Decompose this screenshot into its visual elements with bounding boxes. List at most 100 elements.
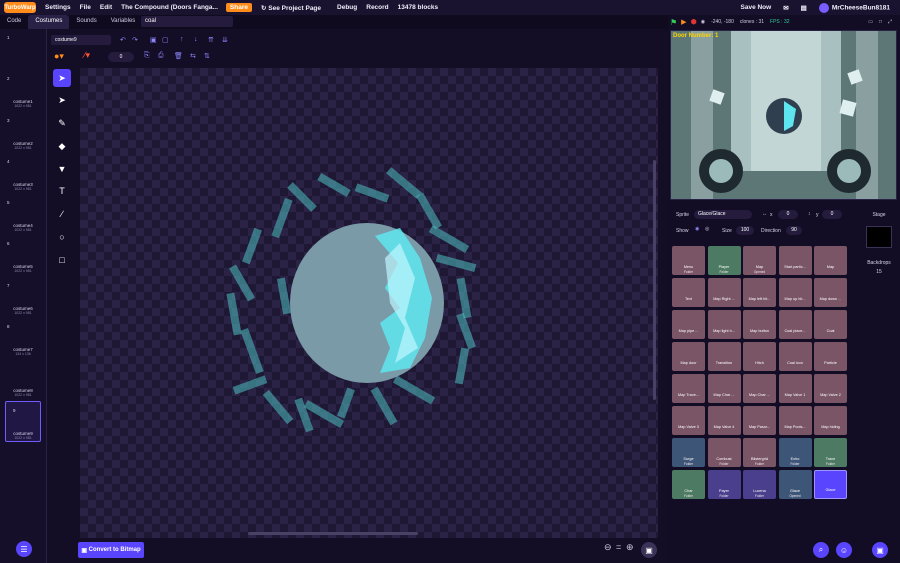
paste-icon[interactable]: ⎙	[158, 52, 164, 60]
line-tool-icon[interactable]: ∕	[53, 205, 71, 223]
y-input[interactable]: 0	[822, 210, 842, 219]
horizontal-scrollbar[interactable]	[248, 532, 418, 535]
costume-item[interactable]: 5 costume4 1022 x 981	[0, 194, 46, 235]
sprite-tile[interactable]: Map Valve 4	[707, 406, 741, 435]
costume-item[interactable]: 8 costume7 134 x 136	[0, 318, 46, 359]
sprite-tile[interactable]: Map hiding	[814, 406, 847, 435]
backward-icon[interactable]: ↓	[194, 36, 198, 43]
forward-icon[interactable]: ↑	[180, 36, 184, 43]
settings-menu[interactable]: Settings	[45, 4, 71, 11]
sprite-tile[interactable]: Map Valve 3	[672, 406, 705, 435]
outline-color-picker[interactable]: ∕▾	[84, 50, 90, 61]
circle-tool-icon[interactable]: ○	[53, 228, 71, 246]
folder-icon[interactable]: ▤	[801, 4, 807, 12]
sprite-tile[interactable]: Payer Folder	[707, 470, 741, 499]
zoom-in-icon[interactable]: ⊕	[626, 542, 634, 553]
add-backdrop-button[interactable]: ▣	[872, 542, 888, 558]
share-button[interactable]: Share	[225, 3, 252, 12]
costume-item[interactable]: 3 costume2 1022 x 981	[0, 112, 46, 153]
brush-tool-icon[interactable]: ✎	[53, 114, 71, 132]
rectangle-tool-icon[interactable]: □	[53, 251, 71, 269]
costume-item[interactable]: 9 costume9 1022 x 981	[5, 400, 41, 442]
costume-item[interactable]: 1	[0, 29, 46, 70]
front-icon[interactable]: ⇈	[208, 36, 214, 44]
fullscreen-icon[interactable]: ▣	[641, 542, 657, 558]
size-input[interactable]: 100	[736, 226, 754, 235]
sprite-tile[interactable]: Map down ...	[814, 278, 847, 307]
edit-menu[interactable]: Edit	[100, 4, 112, 11]
sprite-tile[interactable]: Hitch	[743, 342, 776, 371]
outline-width-input[interactable]: 0	[108, 52, 134, 62]
costume-item[interactable]: 6 costume5 1022 x 981	[0, 235, 46, 276]
costume-item[interactable]: 4 costume3 1022 x 981	[0, 153, 46, 194]
sprite-tile[interactable]: Map Char ...	[743, 374, 776, 403]
project-title[interactable]: The Compound (Doors Fanga...	[121, 4, 218, 11]
sprite-tile[interactable]: Surge Folder	[672, 438, 705, 467]
fill-tool-icon[interactable]: ▼	[53, 160, 71, 178]
sprite-tile[interactable]: Char Folder	[672, 470, 705, 499]
backdrop-thumbnail[interactable]	[866, 226, 892, 248]
sprite-tile[interactable]: Lucena Folder	[743, 470, 776, 499]
sprite-tile[interactable]: Map up hit...	[778, 278, 812, 307]
direction-input[interactable]: 90	[786, 226, 802, 235]
sprite-tile[interactable]: Map pipe ...	[672, 310, 705, 339]
sprite-tile[interactable]: Map	[814, 246, 847, 275]
large-stage-icon[interactable]: □	[879, 19, 882, 25]
pause-icon[interactable]: ▶	[681, 18, 686, 26]
flip-horizontal-icon[interactable]: ⇆	[190, 52, 196, 60]
see-project-page-link[interactable]: ↻ See Project Page	[261, 4, 321, 12]
sprite-tile[interactable]: Player Folder	[707, 246, 741, 275]
select-tool-icon[interactable]: ➤	[53, 69, 71, 87]
sprite-tile[interactable]: Map Valve 1	[778, 374, 812, 403]
undo-icon[interactable]: ↶	[120, 36, 126, 44]
paint-canvas[interactable]	[80, 68, 658, 538]
vertical-scrollbar[interactable]	[653, 160, 656, 400]
stop-icon[interactable]: ⬢	[691, 18, 697, 26]
add-sprite-button[interactable]: ☺	[836, 542, 852, 558]
copy-icon[interactable]: ⎘	[144, 52, 150, 60]
zoom-out-icon[interactable]: ⊖	[604, 542, 612, 553]
ungroup-icon[interactable]: ▢	[162, 36, 169, 44]
search-sprite-icon[interactable]: ⌕	[813, 542, 829, 558]
save-now-button[interactable]: Save Now	[741, 4, 772, 11]
sprite-tile[interactable]: Glace	[814, 470, 847, 499]
messages-icon[interactable]: ✉	[783, 4, 788, 12]
search-input[interactable]: coal	[141, 16, 233, 27]
sprite-tile[interactable]: Map Right ...	[707, 278, 741, 307]
costume-item[interactable]: 7 costume6 1022 x 981	[0, 277, 46, 318]
sprite-tile[interactable]: Menu Folder	[672, 246, 705, 275]
sprite-tile[interactable]: Map Opened	[743, 246, 776, 275]
text-tool-icon[interactable]: T	[53, 182, 71, 200]
delete-icon[interactable]: 🗑	[174, 52, 183, 60]
fill-color-picker[interactable]: ●▾	[54, 51, 64, 62]
redo-icon[interactable]: ↷	[132, 36, 138, 44]
sprite-tile[interactable]: Map Char ...	[707, 374, 741, 403]
sprite-tile[interactable]: Map left hit...	[743, 278, 776, 307]
sprite-tile[interactable]: Map Trave...	[672, 374, 705, 403]
stage-canvas[interactable]: Door Number: 1	[670, 30, 897, 200]
hide-icon[interactable]: ◎	[705, 226, 709, 232]
reshape-tool-icon[interactable]: ➤	[53, 92, 71, 110]
sprite-tile[interactable]: Map Valve 2	[814, 374, 847, 403]
turbowarp-logo[interactable]: TurboWarp	[4, 2, 36, 13]
sprite-tile[interactable]: Combust Folder	[707, 438, 741, 467]
sprite-tile[interactable]: Coal place...	[778, 310, 812, 339]
green-flag-icon[interactable]: ⚑	[670, 18, 677, 27]
group-icon[interactable]: ▣	[150, 36, 157, 44]
sprite-tile[interactable]: Echo Folder	[778, 438, 812, 467]
zoom-reset-icon[interactable]: =	[616, 542, 621, 552]
sprite-tile[interactable]: Map door	[672, 342, 705, 371]
sprite-tile[interactable]: Trace Folder	[814, 438, 847, 467]
sprite-tile[interactable]: Map light h...	[707, 310, 741, 339]
file-menu[interactable]: File	[80, 4, 91, 11]
costume-item[interactable]: 2 costume1 1022 x 981	[0, 70, 46, 111]
tab-code[interactable]: Code	[0, 15, 28, 29]
sprite-tile[interactable]: Blistergrid Folder	[743, 438, 776, 467]
sprite-tile[interactable]: Particle	[814, 342, 847, 371]
user-menu[interactable]: MrCheeseBun8181	[818, 2, 890, 13]
fullscreen-stage-icon[interactable]: ⤢	[888, 19, 892, 25]
costume-name-input[interactable]: costume9	[51, 35, 111, 45]
costume-item[interactable]: costume8 1022 x 981	[0, 359, 46, 400]
sprite-tile[interactable]: Map Pools...	[778, 406, 812, 435]
tab-sounds[interactable]: Sounds	[69, 15, 103, 29]
